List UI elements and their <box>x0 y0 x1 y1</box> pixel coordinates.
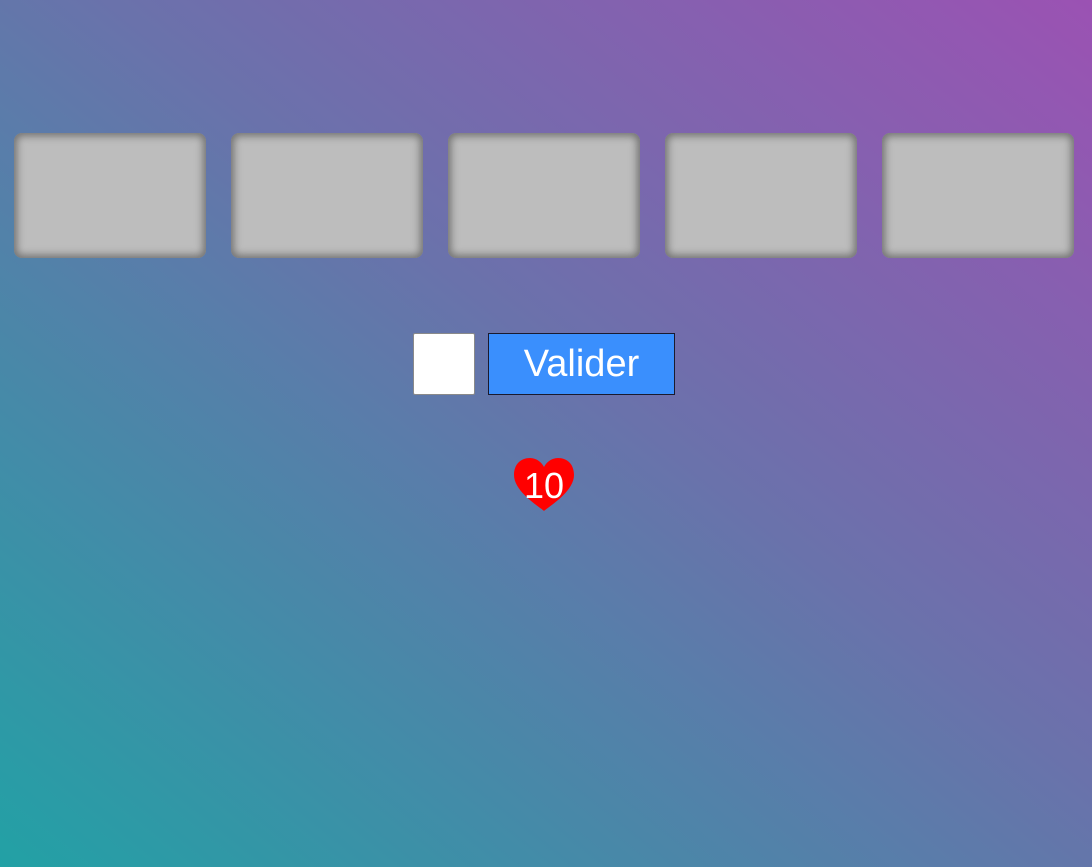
validate-button[interactable]: Valider <box>488 333 675 395</box>
letter-slot-2 <box>231 133 423 258</box>
word-slots <box>14 133 1075 258</box>
letter-slot-4 <box>665 133 857 258</box>
letter-slot-5 <box>882 133 1074 258</box>
letter-slot-1 <box>14 133 206 258</box>
lives-indicator: 10 <box>512 456 576 514</box>
lives-count: 10 <box>523 465 565 506</box>
letter-input[interactable] <box>413 333 475 395</box>
letter-slot-3 <box>448 133 640 258</box>
